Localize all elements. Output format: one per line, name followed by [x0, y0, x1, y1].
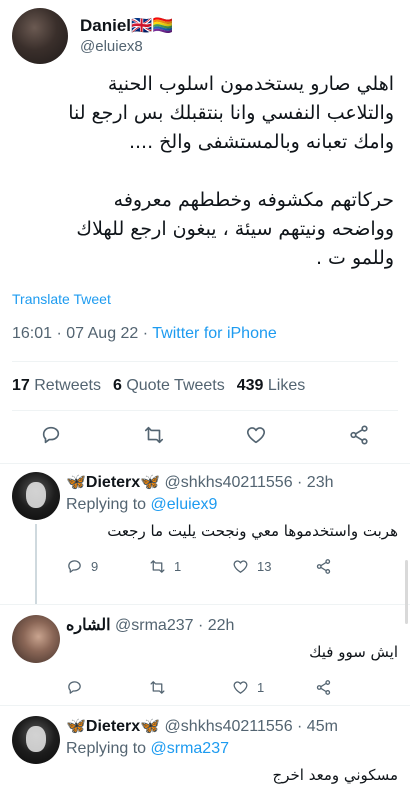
reply-icon — [68, 680, 81, 694]
reply-item[interactable]: 🦋Dieterx🦋 @shkhs40211556 · 45m Replying … — [0, 706, 410, 800]
butterfly-emoji: 🦋 — [140, 474, 161, 491]
reply-author-name[interactable]: 🦋Dieterx🦋 — [66, 474, 160, 491]
like-button[interactable] — [236, 415, 276, 455]
retweet-button[interactable] — [134, 415, 174, 455]
like-icon — [233, 559, 248, 573]
reply-actions: 1 — [66, 669, 398, 705]
reply-count: 9 — [91, 558, 99, 574]
reply-text: هربت واستخدموها معي ونجحت يليت ما رجعت — [107, 522, 398, 540]
like-count: 13 — [257, 558, 272, 574]
reply-item[interactable]: 🦋Dieterx🦋 @shkhs40211556 · 23h Replying … — [0, 464, 410, 604]
butterfly-emoji: 🦋 — [66, 718, 86, 735]
reply-item[interactable]: الشاره @srma237 · 22h ايش سوو فيك 1 — [0, 605, 410, 705]
reply-text: ايش سوو فيك — [309, 643, 398, 661]
retweets-label: Retweets — [34, 377, 101, 394]
like-icon — [247, 427, 266, 444]
reply-handle-time[interactable]: @srma237 · 22h — [115, 617, 234, 634]
mention-link[interactable]: @eluiex9 — [151, 496, 218, 513]
author-handle[interactable]: @eluiex8 — [80, 37, 173, 57]
share-icon — [316, 679, 331, 695]
share-icon — [316, 558, 331, 574]
like-button[interactable]: 1 — [232, 679, 315, 696]
tweet-time[interactable]: 16:01 · 07 Aug 22 · — [12, 325, 152, 342]
reply-author-name[interactable]: 🦋Dieterx🦋 — [66, 718, 160, 735]
likes-stat[interactable]: 439 Likes — [237, 377, 306, 395]
retweet-button[interactable] — [149, 679, 232, 696]
retweets-count: 17 — [12, 377, 30, 394]
tweet-meta: 16:01 · 07 Aug 22 · Twitter for iPhone — [12, 325, 398, 347]
retweet-button[interactable]: 1 — [149, 558, 232, 575]
author-row: Daniel🇬🇧🏳️‍🌈 @eluiex8 — [12, 0, 398, 68]
retweet-icon — [150, 559, 165, 573]
reply-text: مسكوني ومعد اخرج — [272, 766, 398, 784]
reply-button[interactable] — [66, 679, 149, 696]
share-button[interactable] — [315, 558, 398, 575]
reply-button[interactable]: 9 — [66, 558, 149, 575]
reply-author-name[interactable]: الشاره — [66, 617, 111, 634]
like-count: 1 — [257, 679, 265, 695]
reply-header: الشاره @srma237 · 22h — [66, 615, 398, 637]
reply-button[interactable] — [31, 415, 71, 455]
retweet-count: 1 — [174, 558, 182, 574]
tweet-stats: 17 Retweets 6 Quote Tweets 439 Likes — [0, 362, 410, 410]
retweets-stat[interactable]: 17 Retweets — [12, 377, 101, 395]
tweet-paragraph-1: اهلي صارو يستخدمون اسلوب الحنية والتلاعب… — [68, 73, 394, 153]
quotes-count: 6 — [112, 377, 122, 394]
likes-label: Likes — [267, 377, 306, 394]
tweet-paragraph-2: حركاتهم مكشوفه وخططهم معروفه وواضحه ونيت… — [76, 189, 394, 269]
butterfly-emoji: 🦋 — [140, 718, 161, 735]
share-button[interactable] — [315, 679, 398, 696]
tweet-text: اهلي صارو يستخدمون اسلوب الحنية والتلاعب… — [12, 70, 398, 273]
share-button[interactable] — [339, 415, 379, 455]
reply-actions — [66, 792, 398, 800]
reply-icon — [43, 426, 60, 444]
mention-link[interactable]: @srma237 — [151, 740, 230, 757]
avatar[interactable] — [12, 8, 68, 64]
translate-tweet-link[interactable]: Translate Tweet — [12, 291, 398, 307]
retweet-icon — [150, 680, 165, 694]
tweet-actions — [0, 411, 410, 459]
reply-handle-time[interactable]: @shkhs40211556 · 45m — [165, 718, 338, 735]
quotes-label: Quote Tweets — [126, 377, 225, 394]
butterfly-emoji: 🦋 — [66, 474, 86, 491]
reply-handle-time[interactable]: @shkhs40211556 · 23h — [165, 474, 334, 491]
like-button[interactable]: 13 — [232, 558, 315, 575]
replying-to: Replying to @srma237 — [66, 740, 230, 757]
author-name[interactable]: Daniel🇬🇧🏳️‍🌈 — [80, 15, 173, 37]
main-tweet: Daniel🇬🇧🏳️‍🌈 @eluiex8 اهلي صارو يستخدمون… — [0, 0, 410, 347]
replying-to: Replying to @eluiex9 — [66, 496, 218, 513]
reply-header: 🦋Dieterx🦋 @shkhs40211556 · 45m — [66, 716, 398, 738]
reply-actions: 9 1 13 — [66, 548, 398, 584]
reply-icon — [68, 559, 81, 573]
avatar[interactable] — [12, 716, 60, 764]
quote-tweets-stat[interactable]: 6 Quote Tweets — [113, 377, 225, 395]
reply-header: 🦋Dieterx🦋 @shkhs40211556 · 23h — [66, 472, 398, 494]
retweet-icon — [144, 426, 163, 444]
share-icon — [350, 425, 368, 445]
tweet-source[interactable]: Twitter for iPhone — [152, 325, 277, 342]
avatar[interactable] — [12, 472, 60, 520]
thread-line — [35, 524, 37, 604]
likes-count: 439 — [236, 377, 264, 394]
avatar[interactable] — [12, 615, 60, 663]
like-icon — [233, 680, 248, 694]
